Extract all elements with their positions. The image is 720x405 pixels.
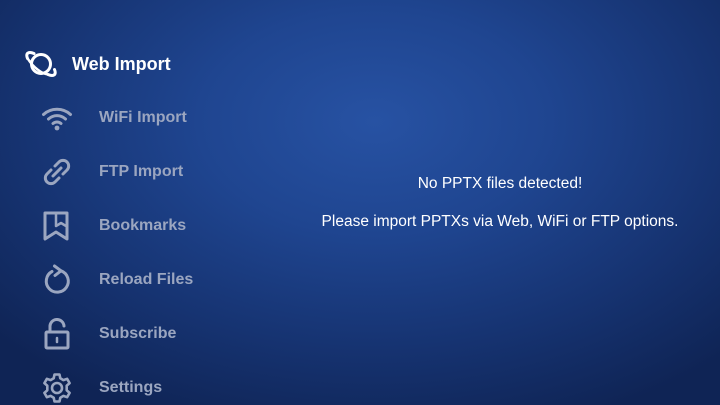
- sidebar-item-ftp-import[interactable]: FTP Import: [41, 156, 183, 188]
- unlock-icon: [41, 318, 73, 350]
- sidebar-item-settings[interactable]: Settings: [41, 372, 162, 404]
- link-icon: [41, 156, 73, 188]
- sidebar-item-label: Subscribe: [99, 325, 177, 342]
- wifi-icon: [41, 102, 73, 134]
- sidebar-item-bookmarks[interactable]: Bookmarks: [41, 210, 186, 242]
- sidebar-item-label: FTP Import: [99, 163, 184, 180]
- planet-icon: [25, 48, 57, 80]
- gear-icon: [41, 372, 73, 404]
- sidebar-item-label: Web Import: [72, 53, 171, 74]
- sidebar-item-subscribe[interactable]: Subscribe: [41, 318, 176, 350]
- reload-icon: [41, 264, 73, 296]
- empty-state-hint: Please import PPTXs via Web, WiFi or FTP…: [321, 213, 679, 230]
- empty-state-title: No PPTX files detected!: [417, 175, 583, 192]
- bookmark-icon: [41, 210, 73, 242]
- sidebar-item-wifi-import[interactable]: WiFi Import: [41, 102, 187, 134]
- sidebar-menu: Web Import WiFi Import FTP Import Bookma…: [0, 0, 240, 405]
- sidebar-item-label: Reload Files: [99, 271, 194, 288]
- sidebar-item-label: Settings: [99, 379, 163, 396]
- sidebar-item-label: WiFi Import: [99, 109, 187, 126]
- sidebar-item-label: Bookmarks: [99, 217, 187, 234]
- sidebar-item-reload-files[interactable]: Reload Files: [41, 264, 193, 296]
- sidebar-item-web-import[interactable]: Web Import: [25, 48, 171, 80]
